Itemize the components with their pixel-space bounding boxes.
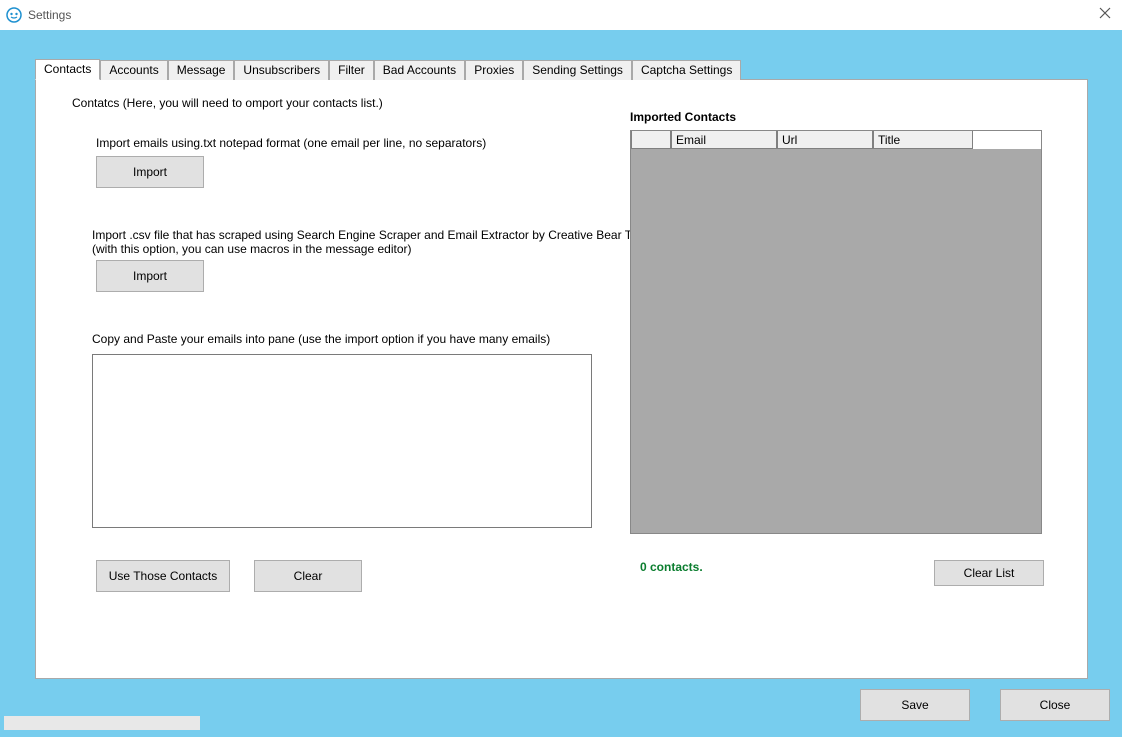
- clear-list-button[interactable]: Clear List: [934, 560, 1044, 586]
- csv-import-label-line1: Import .csv file that has scraped using …: [92, 228, 653, 242]
- txt-import-label: Import emails using.txt notepad format (…: [96, 136, 486, 150]
- grid-header-rowselector: [631, 131, 671, 149]
- tab-filter[interactable]: Filter: [329, 60, 374, 80]
- grid-header-row: Email Url Title: [631, 131, 1041, 149]
- app-icon: [6, 7, 22, 23]
- paste-emails-textarea[interactable]: [92, 354, 592, 528]
- settings-window: Settings Contacts Accounts Message Unsub…: [0, 0, 1122, 737]
- client-area: Contacts Accounts Message Unsubscribers …: [0, 30, 1122, 737]
- clear-paste-button[interactable]: Clear: [254, 560, 362, 592]
- import-txt-button[interactable]: Import: [96, 156, 204, 188]
- tab-unsubscribers[interactable]: Unsubscribers: [234, 60, 329, 80]
- close-button[interactable]: Close: [1000, 689, 1110, 721]
- tab-contacts[interactable]: Contacts: [35, 59, 100, 80]
- tab-sending-settings[interactable]: Sending Settings: [523, 60, 632, 80]
- titlebar: Settings: [0, 0, 1122, 30]
- contacts-count-label: 0 contacts.: [640, 560, 703, 574]
- grid-header-email[interactable]: Email: [671, 131, 777, 149]
- tab-strip: Contacts Accounts Message Unsubscribers …: [35, 60, 1088, 79]
- tab-message[interactable]: Message: [168, 60, 235, 80]
- tab-control: Contacts Accounts Message Unsubscribers …: [35, 60, 1088, 680]
- window-title: Settings: [28, 8, 71, 22]
- horizontal-scrollbar[interactable]: [4, 716, 200, 730]
- csv-import-label-line2: (with this option, you can use macros in…: [92, 242, 412, 256]
- grid-header-url[interactable]: Url: [777, 131, 873, 149]
- tab-captcha-settings[interactable]: Captcha Settings: [632, 60, 741, 80]
- contacts-intro-label: Contatcs (Here, you will need to omport …: [72, 96, 383, 110]
- tab-accounts[interactable]: Accounts: [100, 60, 167, 80]
- tab-bad-accounts[interactable]: Bad Accounts: [374, 60, 465, 80]
- import-csv-button[interactable]: Import: [96, 260, 204, 292]
- save-button[interactable]: Save: [860, 689, 970, 721]
- imported-contacts-title: Imported Contacts: [630, 110, 736, 124]
- use-those-contacts-button[interactable]: Use Those Contacts: [96, 560, 230, 592]
- window-close-button[interactable]: [1098, 6, 1112, 20]
- tab-proxies[interactable]: Proxies: [465, 60, 523, 80]
- paste-label: Copy and Paste your emails into pane (us…: [92, 332, 550, 346]
- grid-header-title[interactable]: Title: [873, 131, 973, 149]
- imported-contacts-grid[interactable]: Email Url Title: [630, 130, 1042, 534]
- tab-page-contacts: Contatcs (Here, you will need to omport …: [35, 79, 1088, 679]
